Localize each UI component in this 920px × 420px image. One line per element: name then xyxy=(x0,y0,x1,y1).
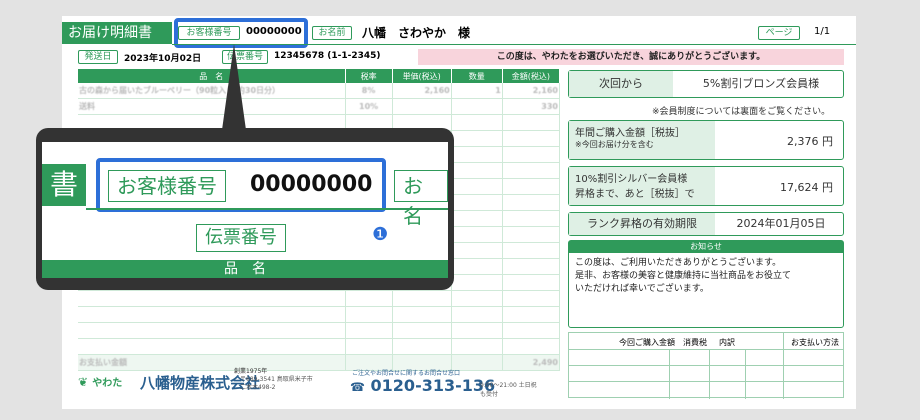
issue-date: 2023年10月02日 xyxy=(124,54,202,64)
phone-block: ☎ 0120-313-136 xyxy=(350,376,495,395)
phone-number: 0120-313-136 xyxy=(370,376,496,395)
total-amount: 2,490 xyxy=(502,354,561,371)
table-row: 古の森から届いたブルーベリー（90粒入り 約30日分） 8% 2,160 1 2… xyxy=(78,83,561,99)
title-bar: お届け明細書 xyxy=(62,22,172,44)
table-row: 送料 10% 330 xyxy=(78,98,561,115)
item-amount: 330 xyxy=(502,98,561,115)
col-qty: 数量 xyxy=(451,69,503,83)
company-address: 〒689-3541 鳥取県米子市二本木498-2 xyxy=(240,376,313,391)
silver-rank-value: 17,624 円 xyxy=(780,181,833,194)
notice-box: お知らせ この度は、ご利用いただきありがとうございます。 是非、お客様の美容と健… xyxy=(568,240,844,328)
total-label: お支払い金額 xyxy=(78,354,346,371)
notice-body: この度は、ご利用いただきありがとうございます。 是非、お客様の美容と健康維持に当… xyxy=(575,257,791,296)
brand-name: やわた xyxy=(92,378,123,389)
summary-col-amount: 今回ご購入金額 xyxy=(619,338,675,347)
zoom-title-bar: 書 xyxy=(42,164,86,206)
next-rank-value: 5%割引ブロンズ会員様 xyxy=(702,77,820,90)
callout-pointer xyxy=(222,44,246,130)
item-qty xyxy=(451,98,503,115)
page-number: 1/1 xyxy=(814,26,831,37)
summary-col-payment: お支払い方法 xyxy=(791,338,839,347)
zoom-customer-no-label: お客様番号 xyxy=(108,170,226,202)
statement-title: お届け明細書 xyxy=(68,25,152,41)
notice-title: お知らせ xyxy=(569,241,843,253)
rank-expiry-box: ランク昇格の有効期限 2024年01月05日 xyxy=(568,212,844,236)
item-name: 送料 xyxy=(78,98,346,115)
zoom-bottom-bar: 品 名 xyxy=(42,260,448,278)
zoom-title-char: 書 xyxy=(49,168,78,201)
zoom-customer-no: 00000000 xyxy=(250,172,373,197)
rank-expiry-label: ランク昇格の有効期限 xyxy=(569,213,715,235)
header-underline xyxy=(172,44,856,45)
zoom-slip-label: 伝票番号 xyxy=(196,224,286,252)
item-price xyxy=(392,98,452,115)
notice-line: この度は、ご利用いただきありがとうございます。 xyxy=(575,258,782,268)
next-rank-box: 次回から 5%割引ブロンズ会員様 xyxy=(568,70,844,98)
summary-table: 今回ご購入金額 消費税 内訳 お支払い方法 xyxy=(568,332,844,399)
callout-number-badge: ❶ xyxy=(372,224,389,245)
silver-rank-label: 10%割引シルバー会員様 xyxy=(575,174,688,185)
founded-year: 創業1975年 xyxy=(234,368,268,375)
col-name: 品 名 xyxy=(78,69,346,83)
silver-rank-label-2: 昇格まで、あと［税抜］で xyxy=(575,189,695,200)
col-tax: 税率 xyxy=(345,69,393,83)
annual-purchase-label: 年間ご購入金額［税抜］ xyxy=(575,128,685,139)
silver-rank-label-cell: 10%割引シルバー会員様 昇格まで、あと［税抜］で xyxy=(569,167,715,205)
annual-purchase-sub: ※今回お届け分を含む xyxy=(575,140,654,149)
zoom-bar-text: 品 名 xyxy=(224,261,266,277)
col-amount: 金額(税込) xyxy=(502,69,561,83)
pointer-arrow xyxy=(222,44,246,130)
col-price: 単価(税込) xyxy=(392,69,452,83)
page-label: ページ xyxy=(758,26,800,40)
customer-name: 八幡 さわやか 様 xyxy=(362,26,471,40)
item-price: 2,160 xyxy=(392,83,452,99)
zoom-callout: 書 お客様番号 00000000 お名 伝票番号 ❶ 品 名 xyxy=(36,128,454,290)
zoom-underline xyxy=(86,208,448,210)
brand-logo: ❦ やわた xyxy=(78,374,122,389)
annual-purchase-value: 2,376 円 xyxy=(787,135,833,148)
next-rank-label: 次回から xyxy=(569,71,673,97)
item-tax: 10% xyxy=(345,98,393,115)
item-qty: 1 xyxy=(451,83,503,99)
summary-col-tax: 消費税 xyxy=(683,338,707,347)
phone-hours: 9:00〜21:00 土日祝も受付 xyxy=(480,382,537,398)
zoom-name-label: お名 xyxy=(394,170,448,228)
notice-line: 是非、お客様の美容と健康維持に当社商品をお役立て xyxy=(575,271,792,281)
slip-no: 12345678 (1-1-2345) xyxy=(274,51,381,61)
annual-purchase-box: 年間ご購入金額［税抜］ ※今回お届け分を含む 2,376 円 xyxy=(568,120,844,160)
item-amount: 2,160 xyxy=(502,83,561,99)
item-name: 古の森から届いたブルーベリー（90粒入り 約30日分） xyxy=(78,83,346,99)
item-tax: 8% xyxy=(345,83,393,99)
annual-purchase-label-cell: 年間ご購入金額［税抜］ ※今回お届け分を含む xyxy=(569,121,715,159)
name-label: お名前 xyxy=(312,26,352,40)
membership-note: ※会員制度については裏面をご覧ください。 xyxy=(652,107,831,117)
summary-col-breakdown: 内訳 xyxy=(719,338,735,347)
leaf-icon: ❦ xyxy=(78,375,89,389)
free-dial-icon: ☎ xyxy=(350,380,365,394)
rank-expiry-value: 2024年01月05日 xyxy=(736,217,826,230)
issue-date-label: 発送日 xyxy=(78,50,118,64)
total-row: お支払い金額 2,490 xyxy=(78,354,561,371)
silver-rank-box: 10%割引シルバー会員様 昇格まで、あと［税抜］で 17,624 円 xyxy=(568,166,844,206)
thanks-banner: この度は、やわたをお選びいただき、誠にありがとうございます。 xyxy=(418,49,844,65)
notice-line: いただければ幸いでございます。 xyxy=(575,284,709,294)
zoom-panel: 書 お客様番号 00000000 お名 伝票番号 ❶ 品 名 xyxy=(42,142,448,278)
